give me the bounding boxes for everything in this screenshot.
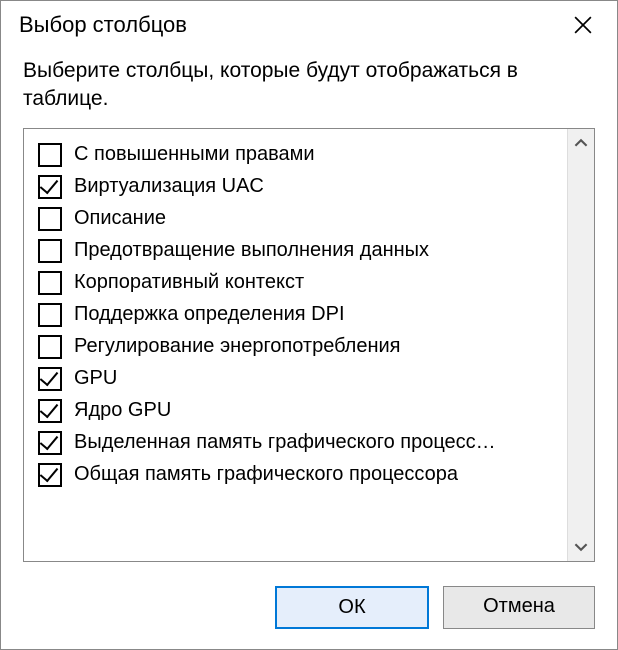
dialog-title: Выбор столбцов [19,12,187,38]
dialog-footer: ОК Отмена [1,572,617,649]
scrollbar-thumb[interactable] [568,157,594,533]
column-row: С повышенными правами [38,139,561,171]
column-label[interactable]: GPU [74,367,561,390]
column-row: Поддержка определения DPI [38,299,561,331]
column-checkbox[interactable] [38,239,62,263]
column-checkbox[interactable] [38,207,62,231]
column-row: Выделенная память графического процесс… [38,427,561,459]
column-row: Ядро GPU [38,395,561,427]
column-checkbox[interactable] [38,335,62,359]
column-label[interactable]: Виртуализация UAC [74,175,561,198]
instructions-text: Выберите столбцы, которые будут отобража… [1,51,617,124]
column-row: Общая память графического процессора [38,459,561,491]
column-label[interactable]: Общая память графического процессора [74,463,561,486]
column-label[interactable]: Регулирование энергопотребления [74,335,561,358]
column-row: Предотвращение выполнения данных [38,235,561,267]
ok-button[interactable]: ОК [275,586,429,629]
column-checkbox[interactable] [38,367,62,391]
column-label[interactable]: Поддержка определения DPI [74,303,561,326]
scroll-down-button[interactable] [568,533,594,561]
title-bar: Выбор столбцов [1,1,617,51]
column-label[interactable]: Предотвращение выполнения данных [74,239,561,262]
columns-list: С повышенными правами Виртуализация UAC Оп… [24,129,567,561]
scrollbar[interactable] [567,129,594,561]
dialog-window: Выбор столбцов Выберите столбцы, которые… [0,0,618,650]
column-checkbox[interactable] [38,303,62,327]
column-row: Регулирование энергопотребления [38,331,561,363]
column-checkbox[interactable] [38,271,62,295]
column-checkbox[interactable] [38,463,62,487]
column-checkbox[interactable] [38,399,62,423]
column-checkbox[interactable] [38,431,62,455]
column-label[interactable]: Описание [74,207,561,230]
column-row: Виртуализация UAC [38,171,561,203]
column-row: Корпоративный контекст [38,267,561,299]
columns-list-container: С повышенными правами Виртуализация UAC Оп… [23,128,595,562]
column-label[interactable]: С повышенными правами [74,143,561,166]
column-row: Описание [38,203,561,235]
column-row: GPU [38,363,561,395]
chevron-up-icon [574,136,588,150]
column-label[interactable]: Ядро GPU [74,399,561,422]
chevron-down-icon [574,540,588,554]
column-checkbox[interactable] [38,175,62,199]
close-icon [574,16,592,34]
column-label[interactable]: Корпоративный контекст [74,271,561,294]
scroll-up-button[interactable] [568,129,594,157]
column-label[interactable]: Выделенная память графического процесс… [74,431,561,454]
close-button[interactable] [563,9,603,41]
cancel-button[interactable]: Отмена [443,586,595,629]
column-checkbox[interactable] [38,143,62,167]
